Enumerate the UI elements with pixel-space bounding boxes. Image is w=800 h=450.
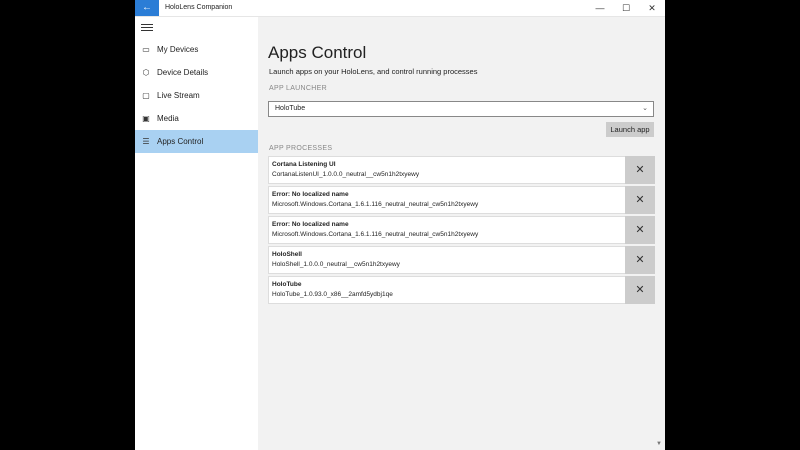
kill-process-button[interactable]: ✕ [625,156,655,184]
process-row: HoloShell HoloShell_1.0.0.0_neutral__cw5… [268,246,655,274]
chevron-down-icon: ⌄ [642,105,648,112]
close-icon: ✕ [635,254,645,266]
close-icon: ✕ [635,164,645,176]
dropdown-selected-value: HoloTube [275,105,306,112]
process-package-id: Microsoft.Windows.Cortana_1.6.1.116_neut… [272,201,479,208]
media-icon: ▣ [142,114,150,123]
apps-control-icon: ☰ [142,137,150,146]
sidebar-item-label: Live Stream [157,91,200,100]
process-package-id: HoloShell_1.0.0.0_neutral__cw5n1h2txyewy [272,261,400,268]
close-icon: ✕ [635,224,645,236]
sidebar-item-label: Media [157,114,179,123]
sidebar-item-label: My Devices [157,45,199,54]
minimize-button[interactable]: — [587,0,613,16]
close-icon: ✕ [635,284,645,296]
app-processes-header: APP PROCESSES [269,145,333,152]
hamburger-menu-icon[interactable] [141,22,153,34]
process-package-id: CortanaListenUI_1.0.0.0_neutral__cw5n1h2… [272,171,420,178]
kill-process-button[interactable]: ✕ [625,246,655,274]
scroll-down-icon[interactable]: ▼ [656,441,662,447]
sidebar-item-my-devices[interactable]: ▭ My Devices [135,38,258,61]
process-name: HoloShell [272,251,302,258]
close-icon: ✕ [635,194,645,206]
process-name: Error: No localized name [272,191,349,198]
nav-list: ▭ My Devices ⬡ Device Details ▢ Live Str… [135,38,258,153]
process-package-id: Microsoft.Windows.Cortana_1.6.1.116_neut… [272,231,479,238]
process-row: Cortana Listening UI CortanaListenUI_1.0… [268,156,655,184]
sidebar-item-apps-control[interactable]: ☰ Apps Control [135,130,258,153]
title-bar: ← HoloLens Companion — ☐ ✕ [135,0,665,17]
sidebar: ▭ My Devices ⬡ Device Details ▢ Live Str… [135,17,258,450]
process-package-id: HoloTube_1.0.93.0_x86__2amfd5ydbj1qe [272,291,393,298]
kill-process-button[interactable]: ✕ [625,186,655,214]
close-icon: ✕ [648,3,656,13]
minimize-icon: — [595,3,605,13]
window-controls: — ☐ ✕ [587,0,665,16]
sidebar-item-live-stream[interactable]: ▢ Live Stream [135,84,258,107]
maximize-button[interactable]: ☐ [613,0,639,16]
app-launcher-header: APP LAUNCHER [269,85,327,92]
process-row: Error: No localized name Microsoft.Windo… [268,186,655,214]
process-name: HoloTube [272,281,302,288]
sidebar-item-label: Apps Control [157,137,204,146]
process-row: Error: No localized name Microsoft.Windo… [268,216,655,244]
sidebar-item-media[interactable]: ▣ Media [135,107,258,130]
page-subtitle: Launch apps on your HoloLens, and contro… [269,67,478,76]
device-details-icon: ⬡ [142,68,150,77]
sidebar-item-label: Device Details [157,68,209,77]
kill-process-button[interactable]: ✕ [625,276,655,304]
process-name: Error: No localized name [272,221,349,228]
back-arrow-icon: ← [142,2,152,13]
process-list: Cortana Listening UI CortanaListenUI_1.0… [268,156,655,306]
maximize-icon: ☐ [621,3,631,13]
app-window: ← HoloLens Companion — ☐ ✕ ▭ My Devices … [135,0,665,450]
app-select-dropdown[interactable]: HoloTube ⌄ [268,101,654,117]
kill-process-button[interactable]: ✕ [625,216,655,244]
process-name: Cortana Listening UI [272,161,336,168]
back-button[interactable]: ← [135,0,159,16]
launch-app-button[interactable]: Launch app [606,122,654,137]
page-title: Apps Control [268,43,367,62]
process-row: HoloTube HoloTube_1.0.93.0_x86__2amfd5yd… [268,276,655,304]
close-window-button[interactable]: ✕ [639,0,665,16]
live-stream-icon: ▢ [142,91,150,100]
sidebar-item-device-details[interactable]: ⬡ Device Details [135,61,258,84]
window-title: HoloLens Companion [165,4,233,11]
device-list-icon: ▭ [142,45,150,54]
